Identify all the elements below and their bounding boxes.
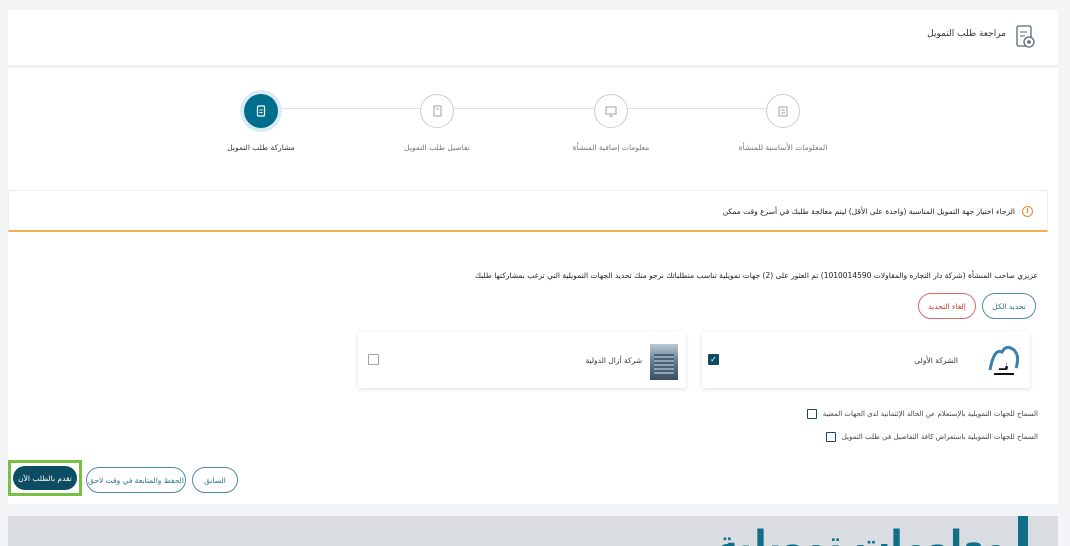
monitor-icon [594, 94, 628, 128]
consent-view-details[interactable]: السماح للجهات التمويلية باستعراض كافة ال… [825, 432, 1038, 442]
save-later-button[interactable]: الحفظ والمتابعة في وقت لاحق [86, 467, 186, 493]
funder-description: عزيزي صاحب المنشأة (شركة دار التجاره وال… [474, 271, 1038, 280]
previous-button[interactable]: السابق [192, 467, 238, 493]
select-all-button[interactable]: تحديد الكل [982, 293, 1036, 319]
svg-text:نـ: نـ [998, 358, 1009, 374]
step-label: المعلومات الأساسية للمنشأة [738, 143, 828, 152]
page-title: مراجعة طلب التمويل [927, 29, 1006, 39]
consent-checkbox[interactable] [806, 409, 817, 419]
step-label: مشاركة طلب التمويل [227, 143, 295, 152]
submit-button[interactable]: تقدم بالطلب الآن [13, 466, 77, 490]
alert-text: الرجاء اختيار جهة التمويل المناسبة (واحد… [722, 207, 1015, 216]
step-label: تفاصيل طلب التمويل [404, 143, 470, 152]
info-icon: ! [1022, 206, 1033, 217]
funder-checkbox[interactable]: ✓ [708, 354, 719, 365]
consent-credit-inquiry[interactable]: السماح للجهات التمويلية بالإستعلام عن ال… [806, 409, 1038, 419]
consent-label: السماح للجهات التمويلية بالإستعلام عن ال… [822, 410, 1038, 418]
company-logo-1: نـ [986, 340, 1022, 380]
page-header: مراجعة طلب التمويل [8, 10, 1058, 66]
step-basic-info[interactable]: المعلومات الأساسية للمنشأة [718, 94, 848, 152]
footer-accent-bar [1018, 516, 1028, 546]
deselect-button[interactable]: إلغاء التحديد [918, 293, 976, 319]
building-photo [650, 344, 678, 380]
consent-checkbox[interactable] [825, 432, 836, 442]
funder-card-1[interactable]: نـ الشركة الأولى ✓ [702, 332, 1030, 388]
step-share-request[interactable]: مشاركة طلب التمويل [196, 94, 326, 152]
funder-name: شركة أزال الدولية [585, 356, 642, 365]
step-finance-details[interactable]: تفاصيل طلب التمويل [372, 94, 502, 152]
footer-heading: معلومات تمويلية [716, 524, 1006, 546]
footer-band: معلومات تمويلية [8, 516, 1058, 546]
step-additional-info[interactable]: معلومات إضافية المنشأة [546, 94, 676, 152]
funder-card-2[interactable]: شركة أزال الدولية [358, 332, 686, 388]
document-icon [244, 94, 278, 128]
funder-checkbox[interactable] [368, 354, 379, 365]
step-label: معلومات إضافية المنشأة [572, 143, 650, 152]
consent-label: السماح للجهات التمويلية باستعراض كافة ال… [841, 433, 1038, 441]
instruction-alert: الرجاء اختيار جهة التمويل المناسبة (واحد… [8, 190, 1048, 232]
form-icon [420, 94, 454, 128]
stepper-line [282, 108, 782, 109]
document-gear-icon [1014, 24, 1036, 50]
building-icon [766, 94, 800, 128]
funder-name: الشركة الأولى [914, 356, 958, 365]
